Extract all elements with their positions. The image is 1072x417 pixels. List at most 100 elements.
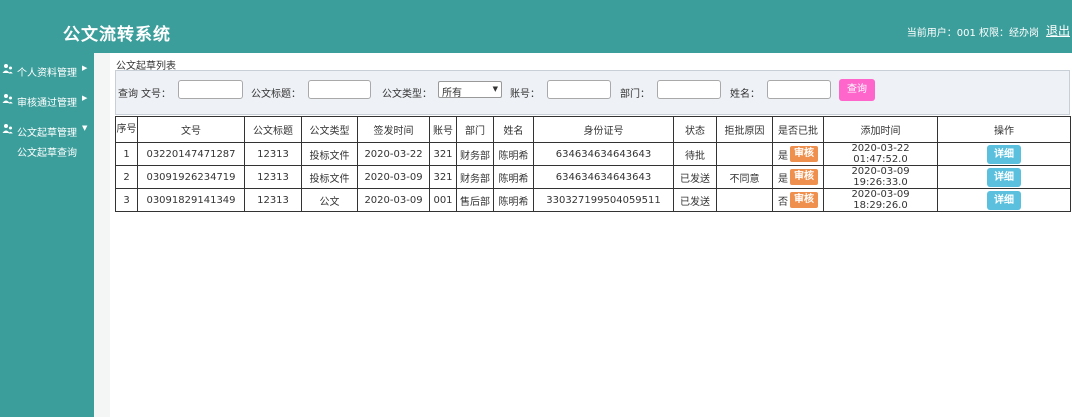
sidebar-item-personal-info[interactable]: 个人资料管理 ▶ <box>0 59 94 79</box>
cell-issue-date: 2020-03-09 <box>357 188 430 212</box>
detail-button[interactable]: 详细 <box>987 167 1021 187</box>
query-label: 查询 <box>118 89 138 100</box>
doc-type-select[interactable]: 所有 ▼ <box>438 81 502 99</box>
cell-status: 已发送 <box>673 165 717 189</box>
review-button[interactable]: 审核 <box>790 146 818 162</box>
doc-title-input[interactable] <box>308 80 371 99</box>
cell-seq: 3 <box>115 188 138 212</box>
dropdown-caret-icon: ▼ <box>492 85 498 93</box>
cell-added-time: 2020-03-09 18:29:26.0 <box>823 188 938 212</box>
header-id-no: 身份证号 <box>533 116 674 143</box>
doc-type-selected-value: 所有 <box>442 88 462 99</box>
user-group-icon <box>2 123 13 134</box>
cell-title: 12313 <box>244 188 302 212</box>
cell-name: 陈明希 <box>493 188 534 212</box>
doc-no-label: 文号： <box>141 89 171 100</box>
header-account: 账号 <box>429 116 457 143</box>
cell-action: 详细 <box>937 142 1071 166</box>
detail-button[interactable]: 详细 <box>987 144 1021 164</box>
cell-account: 321 <box>429 165 457 189</box>
cell-seq: 1 <box>115 142 138 166</box>
cell-name: 陈明希 <box>493 165 534 189</box>
cell-doc-no: 03220147471287 <box>137 142 245 166</box>
header-status: 状态 <box>673 116 717 143</box>
dept-label: 部门： <box>620 89 650 100</box>
sidebar-subitem-draft-query[interactable]: 公文起草查询 <box>17 144 77 159</box>
app-title: 公文流转系统 <box>63 25 171 45</box>
dept-input[interactable] <box>657 80 721 99</box>
cell-id-no: 634634634643643 <box>533 165 674 189</box>
cell-action: 详细 <box>937 188 1071 212</box>
cell-title: 12313 <box>244 165 302 189</box>
cell-account: 001 <box>429 188 457 212</box>
header-added-time: 添加时间 <box>823 116 938 143</box>
header-name: 姓名 <box>493 116 534 143</box>
cell-account: 321 <box>429 142 457 166</box>
cell-issue-date: 2020-03-22 <box>357 142 430 166</box>
table-row: 3 03091829141349 12313 公文 2020-03-09 001… <box>115 188 1071 212</box>
name-input[interactable] <box>767 80 831 99</box>
review-button[interactable]: 审核 <box>790 169 818 185</box>
content-edge <box>94 53 110 417</box>
name-label: 姓名： <box>730 89 760 100</box>
cell-reject-reason: 不同意 <box>716 165 773 189</box>
detail-button[interactable]: 详细 <box>987 190 1021 210</box>
cell-dept: 售后部 <box>456 188 494 212</box>
sidebar-item-label: 公文起草管理 <box>17 128 77 139</box>
header-dept: 部门 <box>456 116 494 143</box>
table-row: 2 03091926234719 12313 投标文件 2020-03-09 3… <box>115 165 1071 189</box>
approved-value: 是 <box>778 150 788 162</box>
cell-approved: 是 审核 <box>772 142 824 166</box>
cell-approved: 是 审核 <box>772 165 824 189</box>
doc-title-label: 公文标题： <box>251 89 301 100</box>
cell-added-time: 2020-03-22 01:47:52.0 <box>823 142 938 166</box>
top-header: 公文流转系统 当前用户：001 权限：经办岗 退出 <box>0 0 1072 53</box>
chevron-right-icon: ▶ <box>82 64 88 72</box>
cell-doc-no: 03091829141349 <box>137 188 245 212</box>
sidebar: 个人资料管理 ▶ 审核通过管理 ▶ 公文起草管理 ▼ 公文起草查询 <box>0 53 94 417</box>
cell-status: 待批 <box>673 142 717 166</box>
table-row: 1 03220147471287 12313 投标文件 2020-03-22 3… <box>115 142 1071 166</box>
header-reject-reason: 拒批原因 <box>716 116 773 143</box>
sidebar-item-label: 个人资料管理 <box>17 68 77 79</box>
header-title: 公文标题 <box>244 116 302 143</box>
cell-title: 12313 <box>244 142 302 166</box>
chevron-down-icon: ▼ <box>82 124 88 132</box>
cell-reject-reason <box>716 188 773 212</box>
header-seq: 序号 <box>115 116 138 143</box>
cell-id-no: 330327199504059511 <box>533 188 674 212</box>
user-group-icon <box>2 93 13 104</box>
cell-reject-reason <box>716 142 773 166</box>
search-button[interactable]: 查询 <box>839 79 875 101</box>
logout-link[interactable]: 退出 <box>1046 22 1070 39</box>
document-table: 序号 文号 公文标题 公文类型 签发时间 账号 部门 姓名 身份证号 状态 拒批… <box>115 116 1071 212</box>
current-user-info: 当前用户：001 权限：经办岗 <box>906 28 1039 39</box>
approved-value: 否 <box>778 196 788 208</box>
doc-type-label: 公文类型： <box>382 89 432 100</box>
sidebar-item-draft-management[interactable]: 公文起草管理 ▼ <box>0 119 94 139</box>
cell-type: 公文 <box>301 188 358 212</box>
sidebar-item-label: 审核通过管理 <box>17 98 77 109</box>
header-issue-date: 签发时间 <box>357 116 430 143</box>
cell-dept: 财务部 <box>456 165 494 189</box>
header-approved: 是否已批 <box>772 116 824 143</box>
review-button[interactable]: 审核 <box>790 192 818 208</box>
cell-id-no: 634634634643643 <box>533 142 674 166</box>
header-action: 操作 <box>937 116 1071 143</box>
doc-no-input[interactable] <box>178 80 243 99</box>
sidebar-item-approved-management[interactable]: 审核通过管理 ▶ <box>0 89 94 109</box>
cell-doc-no: 03091926234719 <box>137 165 245 189</box>
cell-status: 已发送 <box>673 188 717 212</box>
cell-dept: 财务部 <box>456 142 494 166</box>
cell-issue-date: 2020-03-09 <box>357 165 430 189</box>
header-doc-no: 文号 <box>137 116 245 143</box>
account-label: 账号： <box>510 89 540 100</box>
approved-value: 是 <box>778 173 788 185</box>
cell-type: 投标文件 <box>301 165 358 189</box>
account-input[interactable] <box>547 80 611 99</box>
cell-name: 陈明希 <box>493 142 534 166</box>
cell-action: 详细 <box>937 165 1071 189</box>
cell-added-time: 2020-03-09 19:26:33.0 <box>823 165 938 189</box>
table-header-row: 序号 文号 公文标题 公文类型 签发时间 账号 部门 姓名 身份证号 状态 拒批… <box>115 116 1071 143</box>
chevron-right-icon: ▶ <box>82 94 88 102</box>
